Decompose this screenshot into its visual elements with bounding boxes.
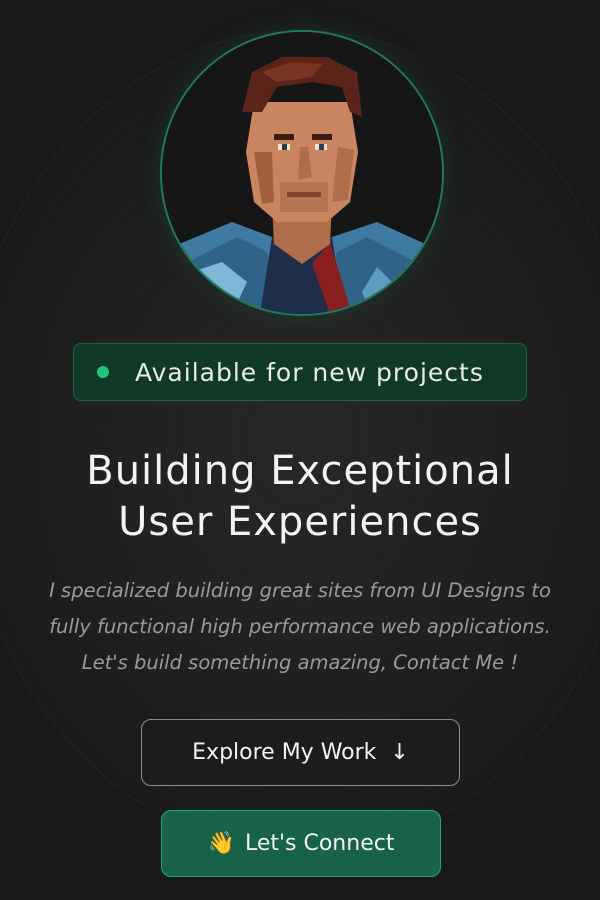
status-badge-label: Available for new projects: [135, 357, 484, 387]
arrow-down-icon: ↓: [390, 740, 409, 765]
connect-label: Let's Connect: [244, 831, 395, 856]
explore-work-label: Explore My Work: [192, 740, 377, 765]
hero-page: Available for new projects Building Exce…: [0, 0, 600, 900]
connect-button[interactable]: 👋 Let's Connect: [161, 810, 441, 877]
waving-hand-icon: 👋: [207, 831, 235, 856]
status-badge: Available for new projects: [73, 343, 527, 401]
page-title: Building Exceptional User Experiences: [0, 446, 600, 548]
hero-description-line-2: fully functional high performance web ap…: [49, 615, 551, 638]
hero-description-line-3: Let's build something amazing, Contact M…: [81, 651, 519, 674]
avatar: [160, 30, 444, 316]
pixel-portrait-icon: [162, 32, 442, 314]
status-dot-icon: [97, 366, 109, 378]
hero-description: I specialized building great sites from …: [0, 573, 600, 681]
hero-description-line-1: I specialized building great sites from …: [49, 579, 551, 602]
page-title-line-2: User Experiences: [118, 499, 482, 545]
explore-work-button[interactable]: Explore My Work ↓: [141, 719, 460, 786]
page-title-line-1: Building Exceptional: [86, 448, 514, 494]
